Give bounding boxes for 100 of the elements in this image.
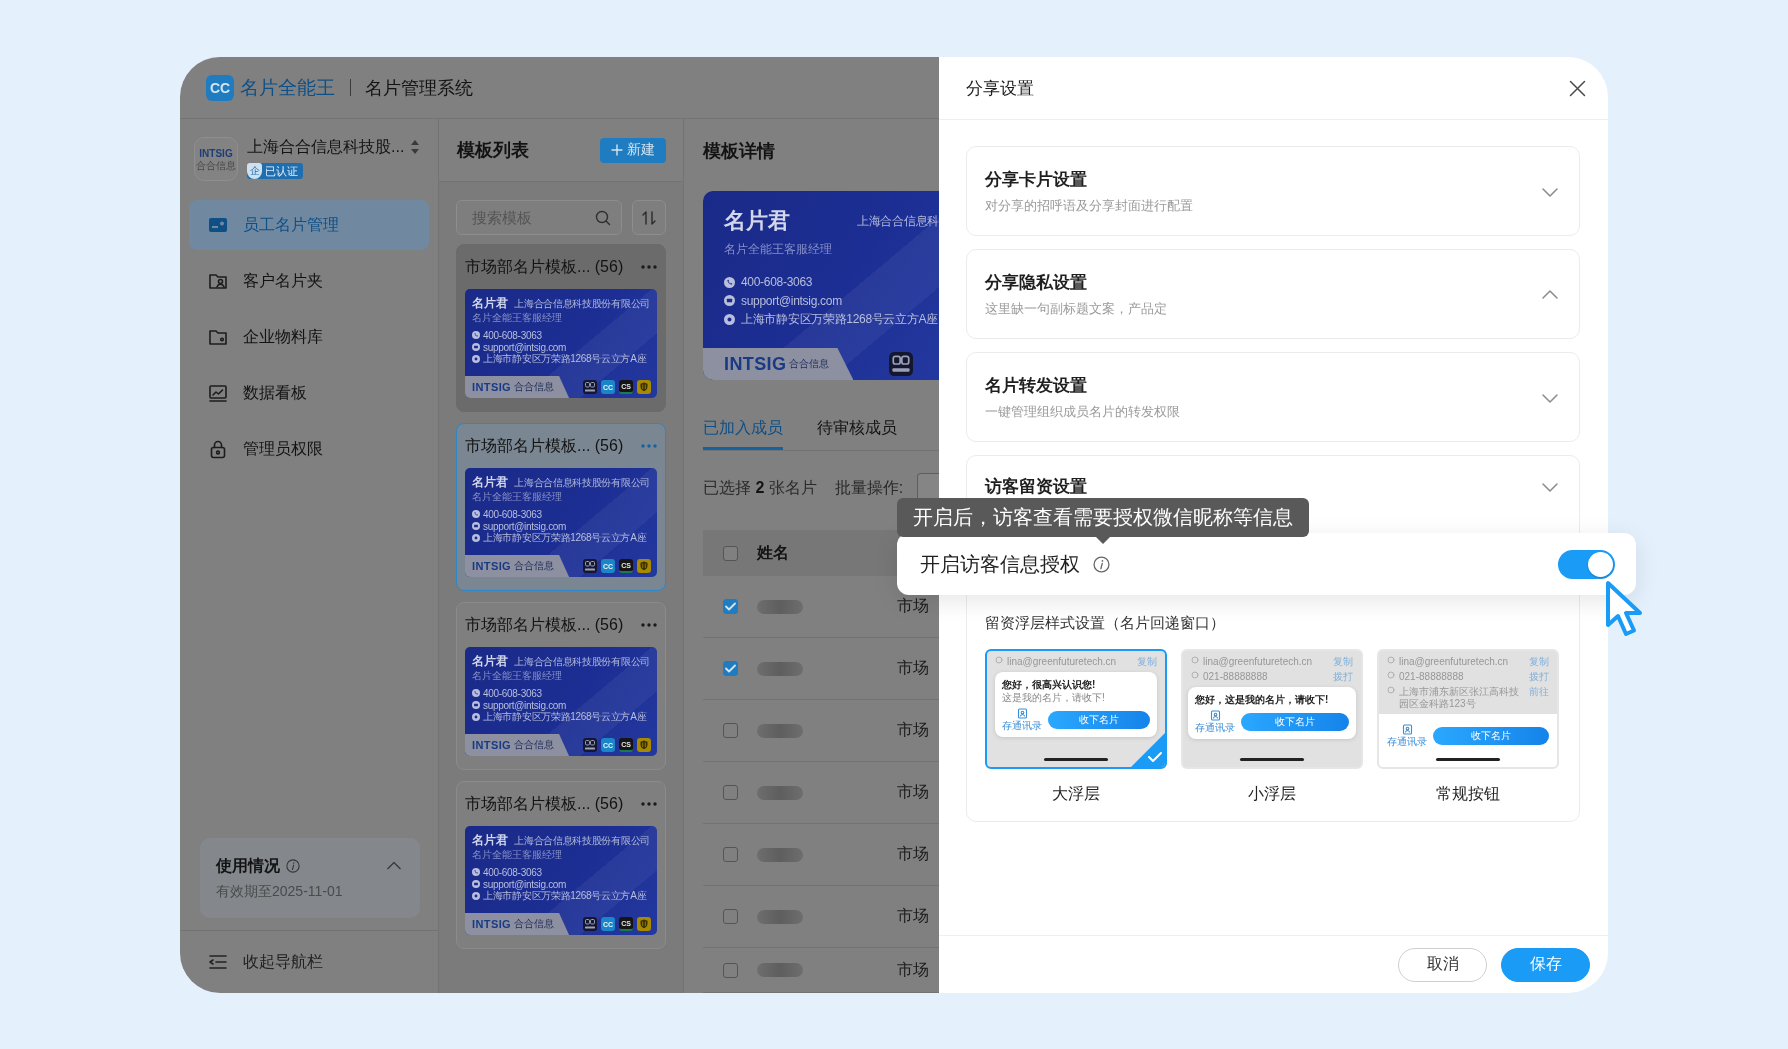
new-button[interactable]: 新建: [600, 137, 666, 163]
style-option-label: 常规按钮: [1436, 784, 1500, 804]
tooltip: 开启后，访客查看需要授权微信昵称等信息: [897, 498, 1309, 544]
section-title: 分享隐私设置: [985, 272, 1088, 294]
brand-wordmark: INTSIG: [472, 560, 512, 572]
card-job-title: 名片全能王客服经理: [472, 491, 563, 503]
sort-button[interactable]: [632, 200, 666, 235]
nav-item[interactable]: 客户名片夹: [189, 256, 429, 306]
batch-action-select[interactable]: [917, 473, 939, 498]
brand-name: 名片全能王: [240, 75, 335, 100]
nav-item[interactable]: 企业物料库: [189, 312, 429, 362]
phone-icon: [472, 510, 480, 518]
brand-wordmark: INTSIG: [724, 353, 787, 375]
more-button[interactable]: [641, 623, 657, 627]
nav-item[interactable]: 员工名片管理: [189, 200, 429, 250]
selection-count: 已选择 2 张名片: [703, 478, 817, 498]
row-checkbox[interactable]: [723, 847, 738, 862]
folder-icon: [208, 327, 228, 347]
chart-icon: [208, 383, 228, 403]
card-contact-text: 400-608-3063: [741, 275, 813, 290]
brand-name-cn: 合合信息: [514, 380, 555, 394]
save-contact-label: 存通讯录: [1195, 722, 1235, 733]
location-icon: [472, 355, 480, 363]
tab[interactable]: 已加入成员: [703, 406, 783, 450]
info-icon[interactable]: [1093, 555, 1110, 573]
card-contact-text: 400-608-3063: [483, 329, 542, 341]
brand-wordmark: INTSIG: [472, 918, 512, 930]
phone-icon: [472, 689, 480, 697]
card-job-title: 名片全能王客服经理: [472, 849, 563, 861]
save-contact-label: 存通讯录: [1002, 720, 1042, 731]
card-holder-name: 名片君: [472, 833, 508, 848]
card-contact-text: support@intsig.com: [483, 520, 567, 532]
template-title: 市场部名片模板... (56): [465, 256, 624, 277]
section-subtitle: 对分享的招呼语及分享封面进行配置: [985, 197, 1194, 215]
nav-item[interactable]: 数据看板: [189, 368, 429, 418]
sort-icon[interactable]: [410, 139, 421, 155]
email-icon: [472, 522, 480, 530]
nav-item[interactable]: 管理员权限: [189, 424, 429, 474]
save-button[interactable]: 保存: [1501, 947, 1590, 982]
card-contact-text: 上海市静安区万荣路1268号云立方A座: [741, 310, 938, 328]
accept-card-button[interactable]: 收下名片: [1433, 726, 1549, 745]
column-header: 姓名: [757, 542, 790, 563]
row-checkbox[interactable]: [723, 785, 738, 800]
popup-message: 这是我的名片，请收下!: [1002, 691, 1106, 704]
app-logo-icon: [583, 559, 597, 573]
collapse-menu-icon: [208, 952, 228, 972]
accept-card-button[interactable]: 收下名片: [1241, 712, 1349, 731]
logo-wordmark: INTSIG: [199, 147, 233, 159]
table-cell-text: 市场: [897, 782, 930, 802]
card-holder-name: 名片君: [472, 475, 508, 490]
card-contact-text: 400-608-3063: [483, 508, 542, 520]
style-thumbnail[interactable]: lina@greenfuturetech.cn 复制 您好，很高兴认识您! 这是我的名片，请收下! 存通讯录 收下名片: [985, 649, 1167, 769]
card-contact-text: 上海市静安区万荣路1268号云立方A座: [483, 531, 647, 545]
cancel-button[interactable]: 取消: [1398, 947, 1487, 982]
close-button[interactable]: [1569, 79, 1586, 97]
blurred-name: [757, 847, 803, 862]
batch-action-label: 批量操作:: [834, 478, 904, 498]
row-checkbox[interactable]: [723, 962, 738, 978]
card-holder-name: 名片君: [472, 654, 508, 669]
contact-book-icon: [1401, 724, 1413, 735]
id-card-icon: [208, 215, 228, 235]
row-checkbox[interactable]: [723, 723, 738, 738]
tab[interactable]: 待审核成员: [817, 406, 897, 450]
row-checkbox[interactable]: [723, 661, 738, 676]
brand-name-cn: 合合信息: [789, 357, 830, 371]
table-cell-text: 市场: [897, 959, 930, 980]
table-cell-text: 市场: [897, 658, 930, 678]
template-title: 市场部名片模板... (56): [465, 435, 624, 456]
select-all-checkbox[interactable]: [723, 545, 738, 561]
blurred-name: [757, 963, 803, 977]
more-icon: [641, 444, 657, 448]
more-button[interactable]: [641, 802, 657, 806]
more-icon: [641, 265, 657, 269]
row-checkbox[interactable]: [723, 599, 738, 614]
save-contact-label: 存通讯录: [1387, 736, 1427, 747]
brand-wordmark: INTSIG: [472, 739, 512, 751]
contact-info-text: lina@greenfuturetech.cn: [1007, 656, 1118, 668]
phone-icon: [472, 331, 480, 339]
home-indicator: [1436, 758, 1500, 761]
contact-folder-icon: [208, 271, 228, 291]
more-button[interactable]: [641, 265, 657, 269]
plus-icon: [611, 144, 623, 156]
row-checkbox[interactable]: [723, 909, 738, 924]
phone-icon: [472, 868, 480, 876]
toggle-switch[interactable]: [1558, 549, 1615, 579]
email-icon: [472, 880, 480, 888]
collapse-nav-button[interactable]: 收起导航栏: [208, 951, 323, 973]
system-name: 名片管理系统: [365, 76, 473, 100]
search-icon: [595, 210, 611, 226]
card-job-title: 名片全能王客服经理: [472, 670, 563, 682]
card-company: 上海合合信息科技股份有限公司: [514, 654, 650, 669]
close-icon: [1569, 79, 1586, 97]
info-icon[interactable]: [286, 859, 300, 873]
location-icon: [472, 892, 480, 900]
column-title: 模板列表: [457, 139, 529, 162]
accept-card-button[interactable]: 收下名片: [1048, 710, 1150, 729]
shield-logo-icon: [637, 380, 651, 394]
location-icon: [472, 534, 480, 542]
contact-info-text: 021-88888888: [1203, 671, 1269, 683]
style-thumbnail[interactable]: lina@greenfuturetech.cn 复制 021-88888888 拨打 您好，这是我的名片，请收下! 存通讯录 收下名片: [1181, 649, 1363, 769]
